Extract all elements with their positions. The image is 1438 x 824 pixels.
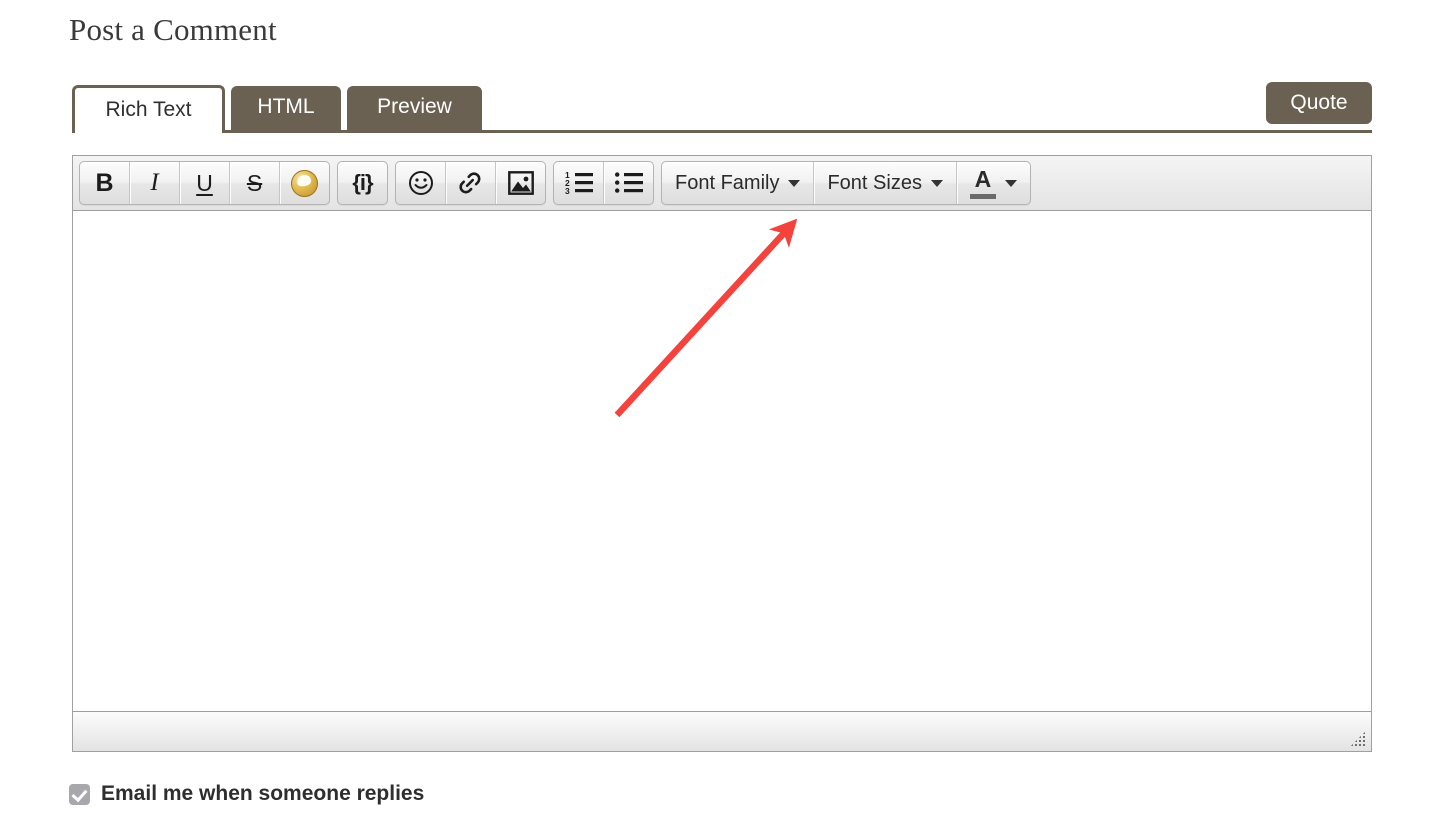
tab-html[interactable]: HTML [231,86,341,130]
text-color-letter: A [974,165,992,192]
strikethrough-button[interactable]: S [230,162,280,204]
toolbar-group-insert [395,161,546,205]
underline-button[interactable]: U [180,162,230,204]
bullet-list-icon [614,172,643,193]
toolbar-group-formatting: B I U S [79,161,330,205]
text-color-icon: A [969,165,996,199]
editor-content-area[interactable] [73,211,1371,712]
editor-status-bar [73,712,1371,751]
rich-text-editor: B I U S {i} 1 2 3 Font Family Font Sizes… [72,155,1372,752]
emoticon-button[interactable] [396,162,446,204]
email-notify-row[interactable]: Email me when someone replies [69,782,424,806]
svg-text:3: 3 [565,186,570,195]
font-family-label: Font Family [675,171,780,194]
chevron-down-icon [1004,179,1017,187]
bold-icon: B [95,168,114,197]
italic-icon: I [150,169,159,196]
toolbar-group-lists: 1 2 3 [553,161,654,205]
quote-button[interactable]: Quote [1266,82,1372,124]
link-button[interactable] [446,162,496,204]
code-braces-icon: {i} [352,170,373,195]
tab-rich-text[interactable]: Rich Text [72,85,225,133]
text-color-dropdown[interactable]: A [957,162,1030,204]
link-icon [459,171,481,193]
editor-tabs: Rich Text HTML Preview [72,85,1372,133]
chevron-down-icon [788,179,801,187]
bold-button[interactable]: B [80,162,130,204]
editor-toolbar: B I U S {i} 1 2 3 Font Family Font Sizes… [73,156,1371,211]
toolbar-group-code: {i} [337,161,388,205]
smiley-icon [408,171,433,195]
resize-handle-icon[interactable] [1350,731,1366,747]
spoiler-button[interactable] [280,162,329,204]
page-title: Post a Comment [69,12,277,47]
text-color-swatch-bar [969,193,996,199]
font-family-dropdown[interactable]: Font Family [662,162,815,204]
numbered-list-button[interactable]: 1 2 3 [554,162,604,204]
underline-icon: U [196,169,213,196]
font-sizes-dropdown[interactable]: Font Sizes [814,162,957,204]
chevron-down-icon [930,179,943,187]
font-sizes-label: Font Sizes [827,171,922,194]
tab-preview[interactable]: Preview [347,86,482,130]
italic-button[interactable]: I [130,162,180,204]
email-notify-checkbox[interactable] [69,783,90,805]
email-notify-label: Email me when someone replies [101,782,425,805]
bullet-list-button[interactable] [604,162,653,204]
numbered-list-icon: 1 2 3 [565,171,593,195]
image-button[interactable] [496,162,545,204]
insert-code-button[interactable]: {i} [338,162,387,204]
image-icon [507,171,534,195]
strikethrough-icon: S [246,169,263,196]
spoiler-icon [291,169,318,197]
tab-underline [72,130,1372,133]
toolbar-group-typography: Font Family Font Sizes A [661,161,1031,205]
